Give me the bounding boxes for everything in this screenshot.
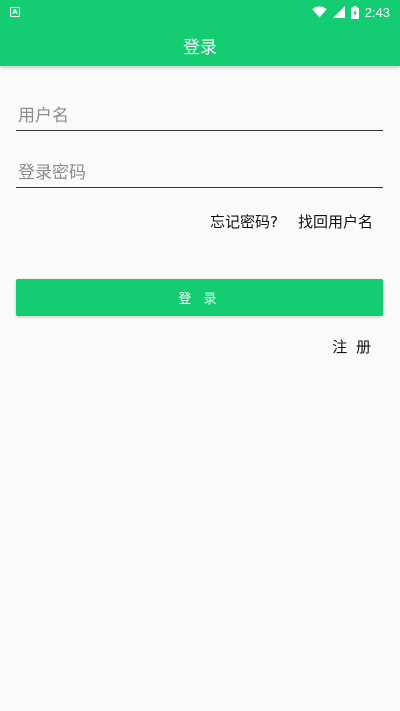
username-input[interactable] — [16, 97, 383, 130]
app-bar: 登录 — [0, 24, 400, 66]
cell-signal-icon — [332, 6, 345, 18]
status-time: 2:43 — [364, 4, 390, 20]
account-recovery-links: 忘记密码? 找回用户名 — [210, 211, 373, 232]
status-bar: A 2:43 — [0, 0, 400, 24]
register-link[interactable]: 注 册 — [332, 336, 373, 357]
status-right: 2:43 — [311, 4, 390, 20]
password-input[interactable] — [16, 154, 383, 187]
battery-icon — [350, 5, 359, 19]
forgot-password-link[interactable]: 忘记密码? — [210, 211, 278, 232]
password-field — [16, 154, 383, 188]
username-field — [16, 97, 383, 131]
page-title: 登录 — [183, 37, 217, 58]
status-left: A — [10, 7, 20, 17]
app-notification-icon: A — [10, 7, 20, 17]
wifi-icon — [311, 6, 327, 18]
login-button[interactable]: 登 录 — [16, 279, 383, 316]
retrieve-username-link[interactable]: 找回用户名 — [298, 211, 373, 232]
